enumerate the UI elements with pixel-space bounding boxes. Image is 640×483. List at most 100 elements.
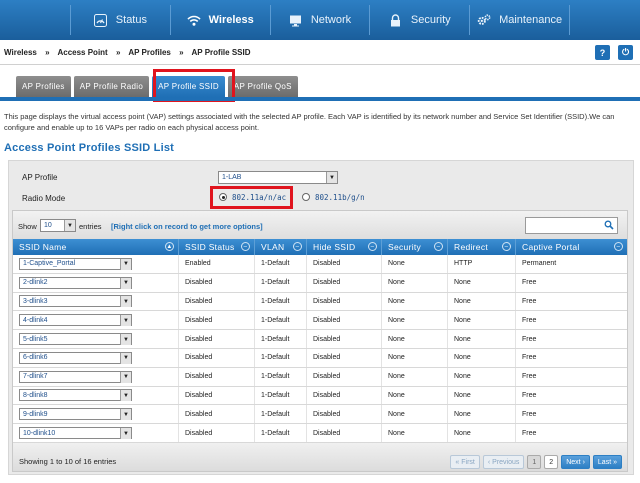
table-row[interactable]: 8-dlink8 ▼ Disabled 1-Default Disabled None No… [13,386,627,406]
nav-item-network[interactable]: Network [269,5,370,35]
table-cell: Free [516,368,627,386]
table-cell: None [448,424,516,442]
ssid-name-select[interactable]: 1-Captive_Portal ▼ [19,257,132,270]
nav-item-label: Wireless [208,14,254,26]
table-cell: Disabled [179,424,255,442]
table-cell: 4-dlink4 ▼ [13,311,179,330]
ssid-name-select[interactable]: 5-dlink5 ▼ [19,333,132,346]
breadcrumb-separator: » [115,48,121,57]
nav-item-security[interactable]: Security [369,5,469,35]
cell-value: Disabled [185,316,213,324]
radio-80211bgn[interactable] [302,193,310,201]
table-row[interactable]: 4-dlink4 ▼ Disabled 1-Default Disabled None No… [13,311,627,331]
ssid-name-select[interactable]: 3-dlink3 ▼ [19,295,132,308]
sort-icon: – [434,242,443,251]
table-cell: 7-dlink7 ▼ [13,367,179,386]
cell-value: Free [522,297,537,305]
column-header[interactable]: Captive Portal – [516,239,627,255]
cell-value: Disabled [313,316,341,324]
search-icon[interactable] [604,220,614,232]
breadcrumb-item[interactable]: Access Point [57,48,107,57]
cell-value: None [454,354,471,362]
selected-radio-highlight-box [210,186,293,209]
cell-value: 1-Default [261,429,290,437]
sort-icon: – [368,242,377,251]
cell-value: 1-Default [261,279,290,287]
ssid-name-value: 6-dlink6 [23,354,48,362]
ssid-name-select[interactable]: 9-dlink9 ▼ [19,408,132,421]
ssid-name-select[interactable]: 4-dlink4 ▼ [19,314,132,327]
table-cell: None [382,386,448,405]
first-page-button[interactable]: « First [450,455,480,469]
column-header[interactable]: SSID Status – [179,239,255,255]
table-cell: 1-Default [255,386,307,405]
table-row[interactable]: 7-dlink7 ▼ Disabled 1-Default Disabled None No… [13,367,627,387]
table-row[interactable]: 1-Captive_Portal ▼ Enabled 1-Default Disable… [13,255,627,274]
column-header[interactable]: SSID Name ▲ [13,239,179,255]
breadcrumb-current: AP Profile SSID [191,48,251,57]
column-header[interactable]: Redirect – [448,239,516,255]
table-cell: 1-Default [255,348,307,367]
table-cell: None [448,367,516,386]
tab-ap-profiles[interactable]: AP Profiles [16,76,71,97]
column-header-label: Security [388,242,422,252]
table-cell: Free [516,405,627,423]
cell-value: Disabled [313,373,341,381]
breadcrumb-item[interactable]: Wireless [4,48,37,57]
table-cell: Disabled [307,386,382,405]
cell-value: 1-Default [261,391,290,399]
tab-ap-profile-radio[interactable]: AP Profile Radio [73,76,150,97]
table-cell: 3-dlink3 ▼ [13,292,179,311]
ssid-name-select[interactable]: 8-dlink8 ▼ [19,389,132,402]
chevron-down-icon: ▼ [120,277,131,289]
table-cell: None [382,348,448,367]
breadcrumb-item[interactable]: AP Profiles [128,48,171,57]
table-cell: Free [516,330,627,348]
nav-item-status[interactable]: Status [70,5,170,35]
last-page-button[interactable]: Last » [592,455,622,469]
table-cell: None [382,405,448,424]
table-cell: 1-Default [255,273,307,292]
page-1-button[interactable]: 1 [527,455,542,469]
ssid-name-select[interactable]: 7-dlink7 ▼ [19,370,132,383]
help-button[interactable]: ? [595,45,610,60]
ssid-name-select[interactable]: 6-dlink6 ▼ [19,351,132,364]
table-row[interactable]: 10-dlink10 ▼ Disabled 1-Default Disabled None… [13,424,627,443]
table-row[interactable]: 6-dlink6 ▼ Disabled 1-Default Disabled None No… [13,348,627,368]
table-cell: Permanent [516,255,627,273]
nav-item-maintenance[interactable]: Maintenance [469,5,570,35]
logout-button[interactable]: ⏻ [618,45,633,60]
previous-page-button[interactable]: ‹ Previous [482,455,525,469]
search-input[interactable] [525,217,618,234]
entries-value: 10 [44,222,52,229]
table-cell: None [382,367,448,386]
table-cell: 1-Default [255,405,307,424]
table-cell: Enabled [179,255,255,273]
nav-item-wireless[interactable]: Wireless [169,5,270,35]
first-label: First [461,458,475,466]
cell-value: Disabled [185,373,213,381]
entries-select[interactable]: 10 ▼ [40,219,76,232]
cell-value: Disabled [313,410,341,418]
ssid-name-value: 9-dlink9 [23,410,48,418]
table-row[interactable]: 2-dlink2 ▼ Disabled 1-Default Disabled None No… [13,273,627,293]
next-page-button[interactable]: Next › [561,455,590,469]
ssid-name-select[interactable]: 2-dlink2 ▼ [19,276,132,289]
table-row[interactable]: 3-dlink3 ▼ Disabled 1-Default Disabled None No… [13,292,627,312]
page-2-button[interactable]: 2 [544,455,559,469]
column-header[interactable]: Hide SSID – [307,239,382,255]
cell-value: Disabled [185,391,213,399]
ap-profile-select[interactable]: 1-LAB ▼ [218,171,338,184]
cell-value: Disabled [313,391,341,399]
cell-value: Disabled [185,335,213,343]
column-header[interactable]: Security – [382,239,448,255]
ssid-name-select[interactable]: 10-dlink10 ▼ [19,427,132,440]
show-label: Show [18,222,37,231]
column-header[interactable]: VLAN – [255,239,307,255]
table-footer: Showing 1 to 10 of 16 entries « First ‹ … [13,443,627,471]
gears-icon [477,13,491,27]
table-row[interactable]: 9-dlink9 ▼ Disabled 1-Default Disabled None No… [13,405,627,425]
chevron-down-icon: ▼ [120,428,131,440]
tab-ap-profile-qos[interactable]: AP Profile QoS [227,76,298,97]
table-row[interactable]: 5-dlink5 ▼ Disabled 1-Default Disabled None No… [13,330,627,349]
